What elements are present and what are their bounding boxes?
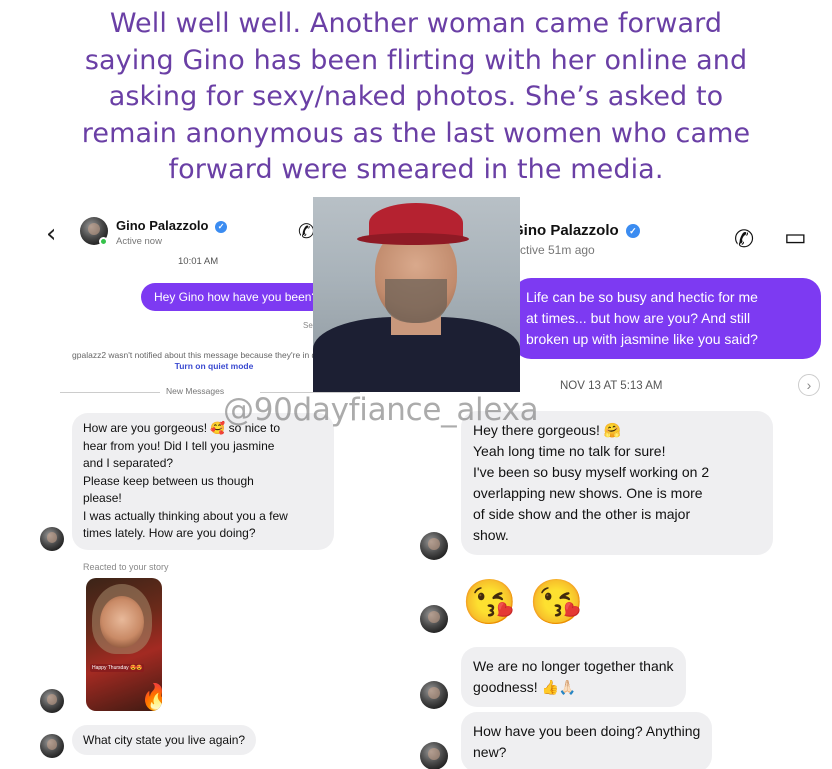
caption-text: Well well well. Another woman came forwa…	[10, 6, 822, 189]
caption-line: asking for sexy/naked photos. She’s aske…	[108, 81, 724, 112]
online-indicator	[99, 237, 108, 246]
quiet-mode-link[interactable]: Turn on quiet mode	[175, 361, 254, 371]
phone-call-icon[interactable]: ✆	[734, 225, 754, 254]
caption-line: Well well well. Another woman came forwa…	[109, 8, 723, 39]
sender-avatar	[420, 605, 448, 633]
active-status: Active 51m ago	[512, 243, 595, 257]
message-line: Please keep between us though	[83, 473, 254, 488]
message-line: I've been so busy myself working on 2	[473, 464, 710, 480]
verified-badge-icon: ✓	[625, 224, 640, 239]
incoming-message[interactable]: How are you gorgeous! 🥰 so nice to hear …	[72, 413, 334, 550]
person-photo	[313, 197, 520, 392]
message-line: at times... but how are you? And still	[526, 310, 751, 326]
story-image-face	[100, 596, 144, 648]
message-line: goodness! 👍🙏🏻	[473, 679, 577, 695]
message-line: How have you been doing? Anything	[473, 723, 701, 739]
sender-avatar	[420, 742, 448, 769]
message-line: times lately. How are you doing?	[83, 526, 256, 540]
fire-reaction-icon: 🔥	[140, 682, 162, 711]
chevron-right-icon[interactable]: ›	[798, 374, 820, 396]
incoming-message[interactable]: How have you been doing? Anything new?	[461, 712, 713, 769]
photo-beard	[385, 279, 447, 323]
back-arrow-icon[interactable]: ‹	[46, 221, 56, 247]
watermark: @90dayfiance_alexa	[223, 392, 539, 428]
contact-name-text: Gino Palazzolo	[116, 218, 209, 233]
divider-line	[60, 392, 160, 393]
video-call-icon[interactable]: ▭	[784, 223, 807, 252]
message-line: show.	[473, 527, 509, 543]
story-thumbnail[interactable]: Happy Thursday 😍😍 🔥	[86, 578, 162, 711]
message-line: hear from you! Did I tell you jasmine	[83, 438, 275, 453]
contact-name[interactable]: Gino Palazzolo ✓	[512, 222, 640, 239]
message-line: We are no longer together thank	[473, 658, 674, 674]
contact-name[interactable]: Gino Palazzolo ✓	[116, 218, 228, 233]
sender-avatar	[40, 689, 64, 713]
story-reaction-label: Reacted to your story	[83, 562, 169, 572]
sender-avatar	[40, 527, 64, 551]
message-line: Yeah long time no talk for sure!	[473, 443, 666, 459]
message-line: overlapping new shows. One is more	[473, 485, 703, 501]
message-line: please!	[83, 491, 122, 505]
story-sticker: Happy Thursday 😍😍	[90, 664, 145, 672]
sender-avatar	[420, 681, 448, 709]
sender-avatar	[40, 734, 64, 758]
verified-badge-icon: ✓	[215, 220, 228, 233]
incoming-message[interactable]: We are no longer together thank goodness…	[461, 647, 686, 707]
message-line: of side show and the other is major	[473, 506, 691, 522]
divider-label: New Messages	[166, 386, 225, 396]
message-line: I was actually thinking about you a few	[83, 508, 288, 523]
caption-line: remain anonymous as the last women who c…	[81, 117, 751, 149]
contact-name-text: Gino Palazzolo	[512, 222, 619, 239]
caption-line: forward were smeared in the media.	[168, 154, 664, 185]
message-line: Life can be so busy and hectic for me	[526, 289, 758, 305]
message-timestamp: NOV 13 AT 5:13 AM	[560, 380, 663, 392]
incoming-message[interactable]: Hey there gorgeous! 🤗 Yeah long time no …	[461, 411, 773, 555]
message-line: broken up with jasmine like you said?	[526, 331, 758, 347]
incoming-message[interactable]: What city state you live again?	[72, 725, 257, 755]
active-status: Active now	[116, 236, 162, 247]
outgoing-message[interactable]: Life can be so busy and hectic for me at…	[513, 278, 821, 359]
message-line: and I separated?	[83, 456, 174, 470]
caption-line: saying Gino has been flirting with her o…	[84, 44, 748, 76]
message-line: new?	[473, 744, 507, 760]
screenshot-collage: Well well well. Another woman came forwa…	[0, 0, 832, 769]
kiss-emoji-icon[interactable]: 😘 😘	[462, 579, 584, 627]
message-timestamp: 10:01 AM	[178, 256, 219, 267]
photo-cap-brim	[357, 233, 469, 245]
sender-avatar	[420, 532, 448, 560]
